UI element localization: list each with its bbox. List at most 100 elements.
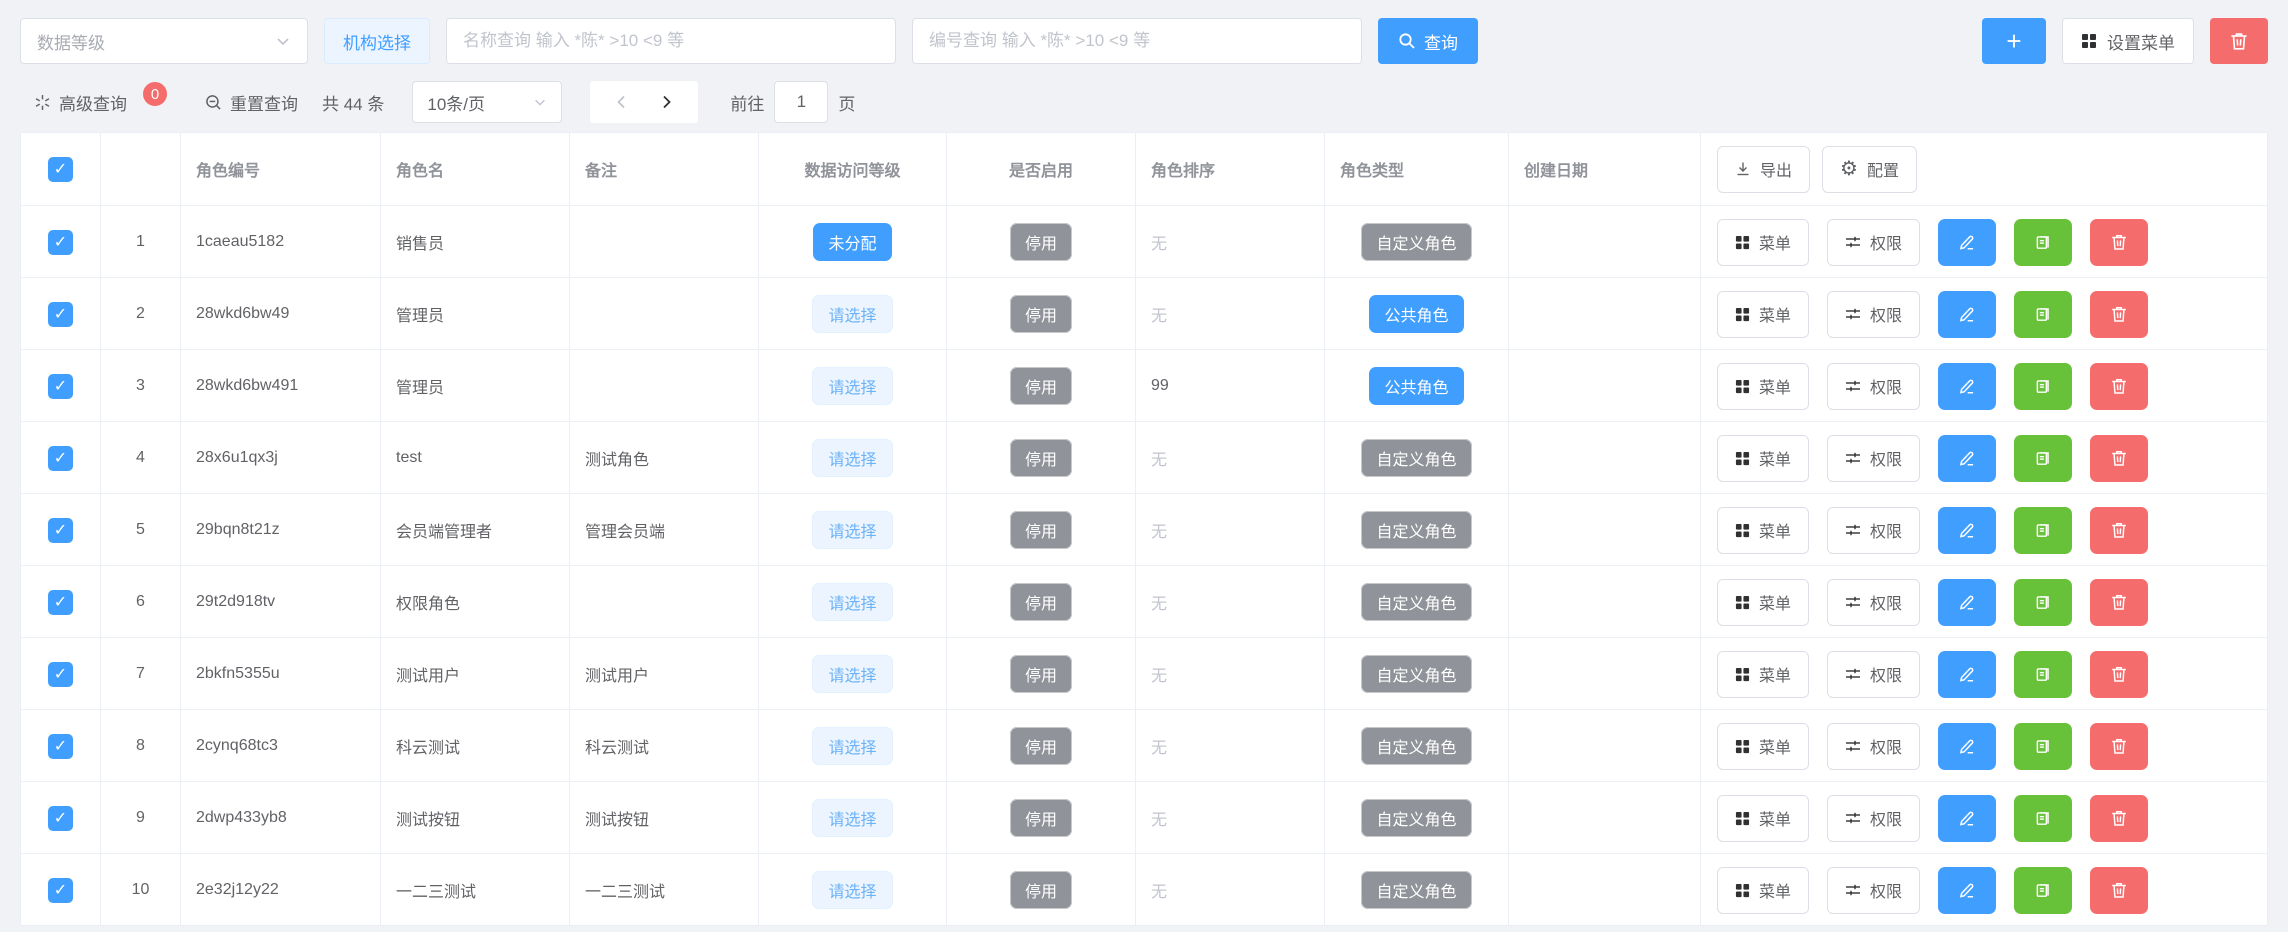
enabled-badge[interactable]: 停用 (1010, 583, 1072, 621)
row-copy-button[interactable] (2014, 651, 2072, 698)
row-menu-button[interactable]: 菜单 (1717, 579, 1809, 626)
row-edit-button[interactable] (1938, 651, 1996, 698)
row-menu-button[interactable]: 菜单 (1717, 795, 1809, 842)
enabled-badge[interactable]: 停用 (1010, 367, 1072, 405)
access-badge[interactable]: 请选择 (812, 583, 892, 621)
row-menu-button[interactable]: 菜单 (1717, 723, 1809, 770)
row-checkbox[interactable]: ✓ (48, 806, 73, 831)
row-edit-button[interactable] (1938, 507, 1996, 554)
enabled-badge[interactable]: 停用 (1010, 511, 1072, 549)
row-checkbox[interactable]: ✓ (48, 734, 73, 759)
type-badge[interactable]: 公共角色 (1369, 367, 1463, 405)
row-permission-button[interactable]: 权限 (1827, 867, 1920, 914)
row-menu-button[interactable]: 菜单 (1717, 291, 1809, 338)
type-badge[interactable]: 公共角色 (1369, 295, 1463, 333)
menu-settings-button[interactable]: 设置菜单 (2062, 18, 2194, 64)
row-copy-button[interactable] (2014, 363, 2072, 410)
access-badge[interactable]: 请选择 (812, 511, 892, 549)
add-button[interactable]: + (1982, 18, 2046, 64)
row-delete-button[interactable] (2090, 435, 2148, 482)
enabled-badge[interactable]: 停用 (1010, 727, 1072, 765)
page-size-select[interactable]: 10条/页 (412, 81, 562, 123)
access-badge[interactable]: 未分配 (813, 223, 891, 261)
row-copy-button[interactable] (2014, 507, 2072, 554)
row-edit-button[interactable] (1938, 579, 1996, 626)
row-copy-button[interactable] (2014, 723, 2072, 770)
row-edit-button[interactable] (1938, 867, 1996, 914)
row-menu-button[interactable]: 菜单 (1717, 507, 1809, 554)
row-checkbox[interactable]: ✓ (48, 590, 73, 615)
row-menu-button[interactable]: 菜单 (1717, 867, 1809, 914)
row-edit-button[interactable] (1938, 723, 1996, 770)
row-permission-button[interactable]: 权限 (1827, 291, 1920, 338)
row-delete-button[interactable] (2090, 651, 2148, 698)
row-permission-button[interactable]: 权限 (1827, 723, 1920, 770)
row-menu-button[interactable]: 菜单 (1717, 435, 1809, 482)
enabled-badge[interactable]: 停用 (1010, 439, 1072, 477)
row-delete-button[interactable] (2090, 795, 2148, 842)
delete-selected-button[interactable] (2210, 18, 2268, 64)
row-delete-button[interactable] (2090, 579, 2148, 626)
type-badge[interactable]: 自定义角色 (1361, 871, 1471, 909)
type-badge[interactable]: 自定义角色 (1361, 799, 1471, 837)
row-permission-button[interactable]: 权限 (1827, 579, 1920, 626)
access-badge[interactable]: 请选择 (812, 439, 892, 477)
row-copy-button[interactable] (2014, 579, 2072, 626)
type-badge[interactable]: 自定义角色 (1361, 655, 1471, 693)
row-delete-button[interactable] (2090, 219, 2148, 266)
row-checkbox[interactable]: ✓ (48, 518, 73, 543)
data-level-select[interactable]: 数据等级 (20, 18, 308, 64)
access-badge[interactable]: 请选择 (812, 799, 892, 837)
row-copy-button[interactable] (2014, 867, 2072, 914)
config-button[interactable]: ⚙ 配置 (1822, 146, 1917, 193)
row-copy-button[interactable] (2014, 795, 2072, 842)
row-checkbox[interactable]: ✓ (48, 374, 73, 399)
search-button[interactable]: 查询 (1378, 18, 1478, 64)
row-menu-button[interactable]: 菜单 (1717, 219, 1809, 266)
row-copy-button[interactable] (2014, 219, 2072, 266)
row-permission-button[interactable]: 权限 (1827, 435, 1920, 482)
row-checkbox[interactable]: ✓ (48, 302, 73, 327)
row-permission-button[interactable]: 权限 (1827, 363, 1920, 410)
access-badge[interactable]: 请选择 (812, 367, 892, 405)
row-checkbox[interactable]: ✓ (48, 230, 73, 255)
row-edit-button[interactable] (1938, 435, 1996, 482)
access-badge[interactable]: 请选择 (812, 655, 892, 693)
access-badge[interactable]: 请选择 (812, 727, 892, 765)
enabled-badge[interactable]: 停用 (1010, 799, 1072, 837)
row-delete-button[interactable] (2090, 723, 2148, 770)
row-edit-button[interactable] (1938, 363, 1996, 410)
name-query-input[interactable] (446, 18, 896, 64)
row-delete-button[interactable] (2090, 507, 2148, 554)
row-permission-button[interactable]: 权限 (1827, 795, 1920, 842)
org-select-button[interactable]: 机构选择 (324, 18, 430, 64)
prev-page-button[interactable] (600, 81, 644, 123)
select-all-checkbox[interactable]: ✓ (48, 157, 73, 182)
row-menu-button[interactable]: 菜单 (1717, 363, 1809, 410)
row-edit-button[interactable] (1938, 795, 1996, 842)
access-badge[interactable]: 请选择 (812, 871, 892, 909)
row-permission-button[interactable]: 权限 (1827, 507, 1920, 554)
access-badge[interactable]: 请选择 (812, 295, 892, 333)
advanced-query-link[interactable]: 高级查询 0 (34, 90, 169, 115)
type-badge[interactable]: 自定义角色 (1361, 511, 1471, 549)
enabled-badge[interactable]: 停用 (1010, 871, 1072, 909)
row-delete-button[interactable] (2090, 867, 2148, 914)
row-copy-button[interactable] (2014, 291, 2072, 338)
row-menu-button[interactable]: 菜单 (1717, 651, 1809, 698)
row-permission-button[interactable]: 权限 (1827, 651, 1920, 698)
type-badge[interactable]: 自定义角色 (1361, 439, 1471, 477)
enabled-badge[interactable]: 停用 (1010, 295, 1072, 333)
goto-page-input[interactable] (774, 81, 828, 123)
type-badge[interactable]: 自定义角色 (1361, 583, 1471, 621)
reset-query-link[interactable]: 重置查询 (205, 90, 298, 115)
row-edit-button[interactable] (1938, 219, 1996, 266)
code-query-input[interactable] (912, 18, 1362, 64)
row-checkbox[interactable]: ✓ (48, 446, 73, 471)
next-page-button[interactable] (644, 81, 688, 123)
type-badge[interactable]: 自定义角色 (1361, 223, 1471, 261)
row-delete-button[interactable] (2090, 363, 2148, 410)
enabled-badge[interactable]: 停用 (1010, 655, 1072, 693)
enabled-badge[interactable]: 停用 (1010, 223, 1072, 261)
row-delete-button[interactable] (2090, 291, 2148, 338)
